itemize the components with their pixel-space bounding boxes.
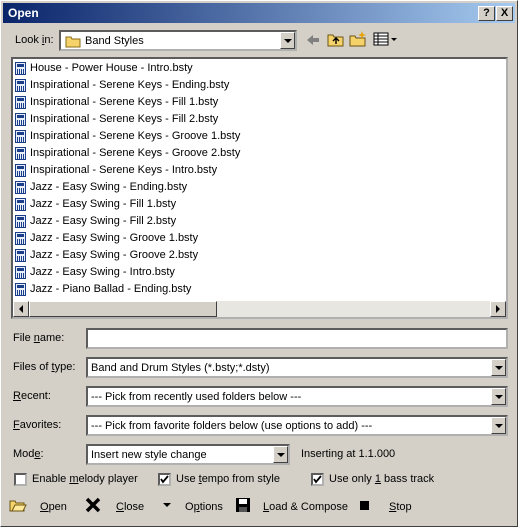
use-tempo-checkbox[interactable] — [158, 473, 171, 486]
file-name-text: Jazz - Easy Swing - Fill 2.bsty — [30, 215, 177, 227]
file-name-input[interactable] — [86, 328, 508, 349]
enable-melody-label[interactable]: Enable melody player — [32, 473, 138, 485]
style-file-icon — [15, 283, 26, 296]
style-file-icon — [15, 198, 26, 211]
enable-melody-checkbox[interactable] — [14, 473, 27, 486]
file-name-text: Jazz - Easy Swing - Intro.bsty — [30, 266, 175, 278]
left-arrow-icon — [19, 305, 23, 313]
load-compose-label: Load & Compose — [263, 501, 349, 513]
right-arrow-icon — [496, 305, 500, 313]
file-name-text: Inspirational - Serene Keys - Fill 1.bst… — [30, 96, 219, 108]
checkmark-icon — [313, 475, 322, 484]
favorites-combo[interactable]: --- Pick from favorite folders below (us… — [86, 415, 508, 436]
files-of-type-combo[interactable]: Band and Drum Styles (*.bsty;*.dsty) — [86, 357, 508, 378]
style-file-icon — [15, 249, 26, 262]
help-button[interactable]: ? — [478, 6, 495, 21]
favorites-label: Favorites: — [13, 419, 62, 431]
scroll-thumb[interactable] — [29, 301, 217, 317]
mode-label: Mode: — [13, 448, 44, 460]
window-title: Open — [8, 6, 39, 20]
scroll-right-button[interactable] — [490, 301, 506, 317]
insert-position-status: Inserting at 1.1.000 — [301, 448, 396, 460]
scroll-left-button[interactable] — [13, 301, 29, 317]
file-name-text: Jazz - Easy Swing - Ending.bsty — [30, 181, 188, 193]
mode-combo[interactable]: Insert new style change — [86, 444, 290, 465]
file-name-text: Inspirational - Serene Keys - Groove 2.b… — [30, 147, 241, 159]
file-name-text: Jazz - Easy Swing - Groove 1.bsty — [30, 232, 199, 244]
recent-dropdown-button[interactable] — [491, 388, 506, 405]
style-file-icon — [15, 232, 26, 245]
open-dialog: Open ? X Look in: Band Styles House - Po… — [0, 0, 518, 527]
options-button-label: Options — [185, 501, 223, 513]
file-name-text: Inspirational - Serene Keys - Ending.bst… — [30, 79, 230, 91]
file-name-text: Inspirational - Serene Keys - Groove 1.b… — [30, 130, 241, 142]
x-icon — [85, 497, 101, 513]
folder-icon — [65, 36, 81, 48]
style-file-icon — [15, 96, 26, 109]
style-file-icon — [15, 266, 26, 279]
floppy-disk-icon — [236, 498, 250, 512]
look-in-value: Band Styles — [85, 35, 144, 47]
files-of-type-value: Band and Drum Styles (*.bsty;*.dsty) — [91, 362, 270, 374]
checkmark-icon — [160, 475, 169, 484]
use-tempo-label[interactable]: Use tempo from style — [176, 473, 280, 485]
style-file-icon — [15, 130, 26, 143]
horizontal-scrollbar[interactable] — [13, 301, 506, 317]
style-file-icon — [15, 215, 26, 228]
up-folder-icon[interactable] — [327, 31, 345, 47]
recent-label: Recent: — [13, 390, 51, 402]
style-file-icon — [15, 113, 26, 126]
mode-dropdown-button[interactable] — [273, 446, 288, 463]
style-file-icon — [15, 164, 26, 177]
recent-combo[interactable]: --- Pick from recently used folders belo… — [86, 386, 508, 407]
file-name-text: House - Power House - Intro.bsty — [30, 62, 193, 74]
file-list[interactable]: House - Power House - Intro.bsty Inspirat… — [11, 57, 508, 319]
look-in-label: Look in: — [15, 34, 54, 46]
close-window-button[interactable]: X — [496, 6, 513, 21]
back-arrow-icon[interactable] — [305, 33, 321, 47]
one-bass-track-checkbox[interactable] — [311, 473, 324, 486]
mode-value: Insert new style change — [91, 449, 207, 461]
favorites-value: --- Pick from favorite folders below (us… — [91, 420, 373, 432]
file-name-text: Jazz - Easy Swing - Fill 1.bsty — [30, 198, 177, 210]
open-folder-icon — [9, 500, 27, 512]
file-name-text: Jazz - Easy Swing - Groove 2.bsty — [30, 249, 199, 261]
favorites-dropdown-button[interactable] — [491, 417, 506, 434]
stop-square-icon — [360, 501, 369, 510]
file-name-text: Inspirational - Serene Keys - Intro.bsty — [30, 164, 218, 176]
stop-button-label: Stop — [389, 501, 412, 513]
new-folder-icon[interactable] — [349, 30, 367, 47]
file-name-text: Jazz - Piano Ballad - Ending.bsty — [30, 283, 192, 295]
files-of-type-label: Files of type: — [13, 361, 76, 373]
files-of-type-dropdown-button[interactable] — [491, 359, 506, 376]
one-bass-track-label[interactable]: Use only 1 bass track — [329, 473, 434, 485]
style-file-icon — [15, 79, 26, 92]
file-name-text: Inspirational - Serene Keys - Fill 2.bst… — [30, 113, 219, 125]
recent-value: --- Pick from recently used folders belo… — [91, 391, 302, 403]
open-button-label: Open — [40, 501, 67, 513]
look-in-combo[interactable]: Band Styles — [59, 30, 297, 51]
style-file-icon — [15, 62, 26, 75]
view-menu-icon[interactable] — [373, 32, 399, 46]
title-bar: Open ? X — [3, 3, 515, 23]
style-file-icon — [15, 181, 26, 194]
file-name-label: File name: — [13, 332, 65, 344]
close-button-label: Close — [116, 501, 145, 513]
style-file-icon — [15, 147, 26, 160]
dropdown-arrow-icon — [163, 503, 171, 507]
look-in-dropdown-button[interactable] — [280, 32, 295, 49]
